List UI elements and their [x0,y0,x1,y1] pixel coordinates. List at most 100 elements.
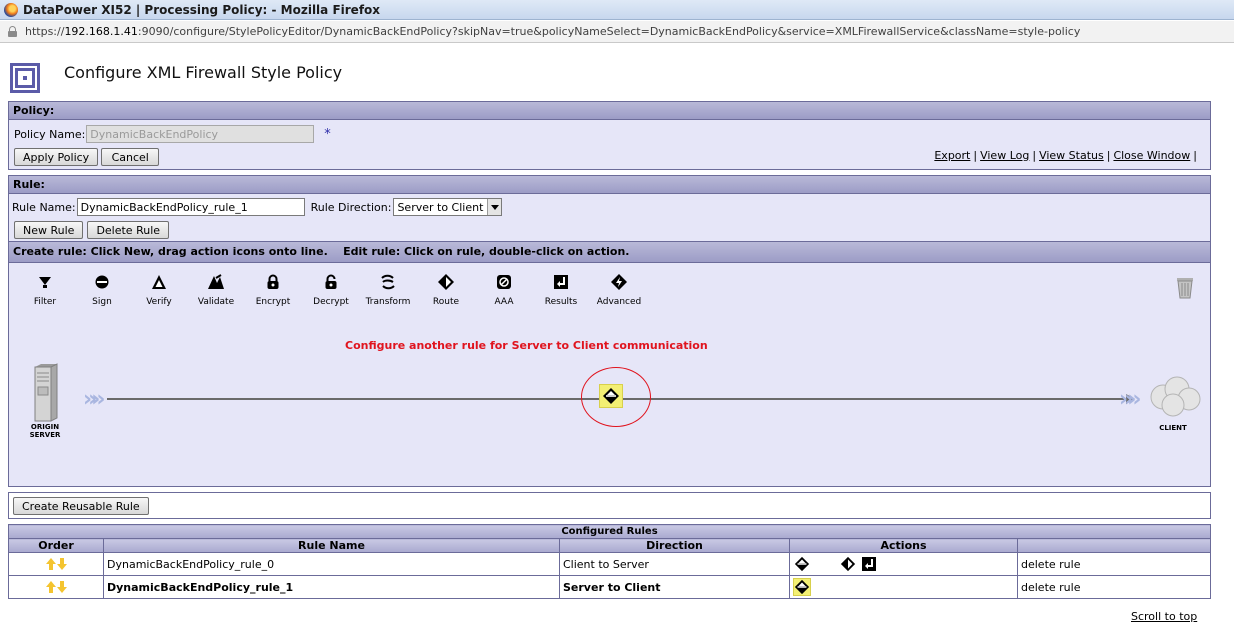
table-row[interactable]: DynamicBackEndPolicy_rule_0 Client to Se… [8,552,1211,576]
actions-cell [789,575,1018,599]
palette-label: Verify [146,297,172,307]
rule-editor-canvas[interactable]: Filter Sign Verify Validate Encrypt Decr… [8,262,1211,487]
column-header: Actions [789,538,1018,553]
palette-results[interactable]: Results [531,273,591,307]
palette-label: Results [544,297,578,307]
reusable-panel: Create Reusable Rule [8,492,1211,519]
move-up-icon[interactable] [45,558,56,570]
column-header: Order [8,538,104,553]
window-title: DataPower XI52 | Processing Policy: - Mo… [23,2,381,17]
view-status-link[interactable]: View Status [1039,149,1104,162]
scroll-to-top-link[interactable]: Scroll to top [1131,610,1197,623]
window-titlebar: DataPower XI52 | Processing Policy: - Mo… [0,0,1234,20]
origin-server-icon [34,363,58,422]
view-log-link[interactable]: View Log [980,149,1029,162]
palette-label: Decrypt [313,297,349,307]
rule-name-label: Rule Name: [12,200,76,214]
transform-icon [381,274,395,290]
rule-instructions: Create rule: Click New, drag action icon… [9,241,1210,262]
page-title: Configure XML Firewall Style Policy [64,63,343,82]
palette-label: Advanced [596,297,642,307]
palette-aaa[interactable]: AAA [474,273,534,307]
delete-rule-link[interactable]: delete rule [1017,575,1211,599]
chevron-right-icon: »» [1119,387,1142,412]
chevron-right-icon: »» [83,387,106,412]
required-mark: * [324,126,331,142]
aaa-icon [497,275,511,289]
route-icon[interactable] [839,555,857,573]
rule-panel: Rule: Rule Name: Rule Direction: Server … [8,175,1211,263]
rule-name-input[interactable] [76,198,305,216]
address-bar[interactable]: https://192.168.1.41:9090/configure/Styl… [0,21,1234,43]
origin-server-label: ORIGIN SERVER [29,423,61,439]
palette-verify[interactable]: Verify [129,273,189,307]
results-icon[interactable] [860,555,878,573]
annotation-text: Configure another rule for Server to Cli… [345,339,708,352]
match-icon [603,388,619,404]
delete-rule-link[interactable]: delete rule [1017,552,1211,576]
cancel-button[interactable]: Cancel [101,148,160,166]
direction-cell: Server to Client [559,575,790,599]
palette-decrypt[interactable]: Decrypt [301,273,361,307]
browser-window: DataPower XI52 | Processing Policy: - Mo… [0,0,1234,638]
chevron-down-icon[interactable] [487,199,502,215]
policy-header: Policy: [9,102,1210,120]
rule-direction-select[interactable]: Server to Client [393,198,503,216]
rule-direction-label: Rule Direction: [310,200,392,214]
advanced-icon [611,274,627,290]
apply-policy-button[interactable]: Apply Policy [14,148,99,166]
filter-icon [39,277,51,288]
palette-label: Validate [197,297,235,307]
column-header [1017,538,1211,553]
decrypt-icon [325,274,337,289]
lock-icon [8,26,17,37]
move-up-icon[interactable] [45,581,56,593]
policy-panel: Policy: Policy Name: * Apply Policy Canc… [8,101,1211,170]
match-icon[interactable] [793,555,811,573]
move-down-icon[interactable] [56,581,67,593]
palette-route[interactable]: Route [416,273,476,307]
palette-sign[interactable]: Sign [72,273,132,307]
sign-icon [95,275,109,289]
palette-validate[interactable]: Validate [186,273,246,307]
policy-links: Export | View Log | View Status | Close Win… [934,149,1197,162]
column-header: Rule Name [103,538,560,553]
close-window-link[interactable]: Close Window [1113,149,1190,162]
verify-icon [152,275,166,289]
new-rule-button[interactable]: New Rule [14,221,84,239]
actions-cell [789,552,1018,576]
firefox-icon [4,2,18,17]
rule-direction-value: Server to Client [397,200,484,214]
configured-rules-table: Configured Rules Order Rule Name Directi… [8,524,1211,599]
rule-name-cell[interactable]: DynamicBackEndPolicy_rule_0 [103,552,560,576]
delete-rule-button[interactable]: Delete Rule [87,221,170,239]
url-text[interactable]: https://192.168.1.41:9090/configure/Styl… [25,25,1080,38]
palette-label: Sign [92,297,112,307]
table-caption: Configured Rules [8,524,1211,539]
palette-transform[interactable]: Transform [358,273,418,307]
datapower-logo-icon [10,63,40,93]
direction-cell: Client to Server [559,552,790,576]
table-row[interactable]: DynamicBackEndPolicy_rule_1 Server to Cl… [8,575,1211,599]
match-action-node[interactable] [599,384,623,408]
palette-advanced[interactable]: Advanced [589,273,649,307]
move-down-icon[interactable] [56,558,67,570]
client-cloud-icon [1150,376,1201,417]
match-icon[interactable] [793,578,811,596]
policy-name-label: Policy Name: [14,127,86,141]
palette-label: Transform [365,297,411,307]
palette-label: AAA [494,297,514,307]
trash-icon[interactable] [1175,275,1195,299]
palette-label: Route [432,297,460,307]
column-header: Direction [559,538,790,553]
palette-encrypt[interactable]: Encrypt [243,273,303,307]
rule-name-cell[interactable]: DynamicBackEndPolicy_rule_1 [103,575,560,599]
create-reusable-rule-button[interactable]: Create Reusable Rule [13,497,149,515]
policy-name-input[interactable] [86,125,315,143]
results-icon [554,275,568,289]
export-link[interactable]: Export [934,149,970,162]
palette-label: Encrypt [255,297,291,307]
validate-icon [208,274,224,289]
palette-label: Filter [33,297,57,307]
palette-filter[interactable]: Filter [15,273,75,307]
